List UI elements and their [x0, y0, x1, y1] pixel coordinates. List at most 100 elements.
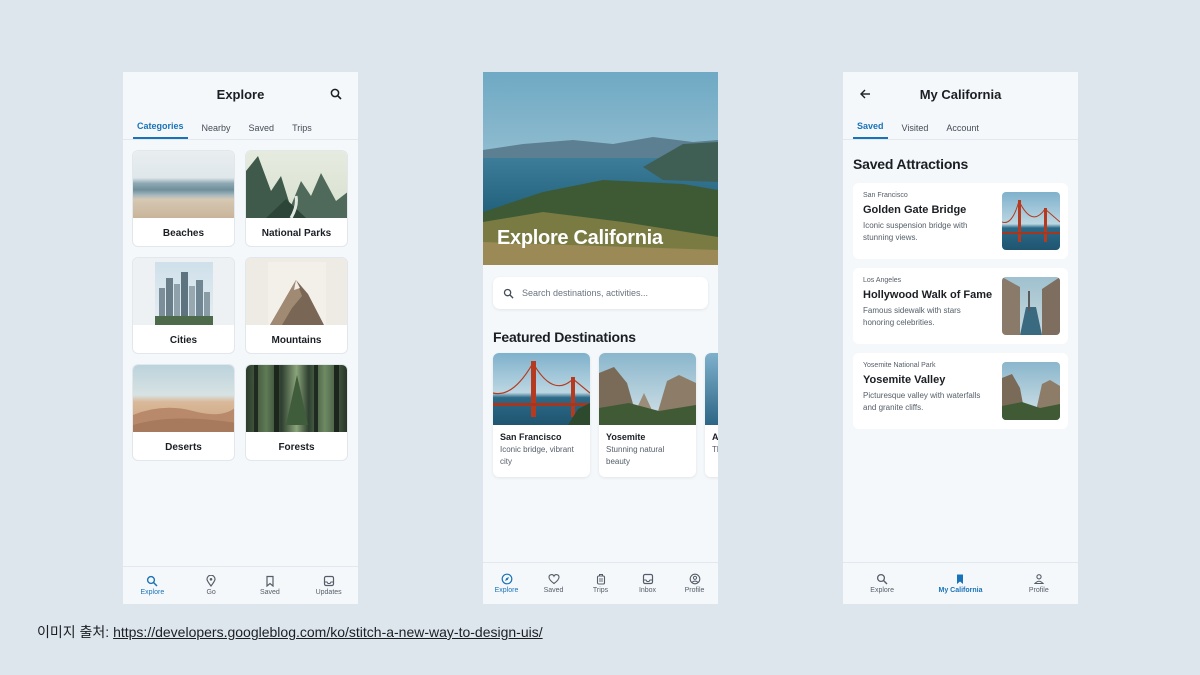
nav-explore[interactable]: Explore — [843, 563, 921, 604]
featured-list: San Francisco Iconic bridge, vibrant cit… — [493, 353, 718, 477]
attraction-location: Los Angeles — [863, 277, 902, 284]
attraction-name: Golden Gate Bridge — [863, 204, 967, 216]
list-item[interactable]: San Francisco Golden Gate Bridge Iconic … — [853, 183, 1068, 259]
desert-image — [133, 365, 234, 432]
compass-icon — [501, 573, 512, 585]
header: My California — [843, 72, 1078, 116]
account-tabs: Saved Visited Account — [843, 116, 1078, 140]
nav-label: Explore — [494, 587, 519, 594]
nav-label: Updates — [315, 589, 342, 596]
bottom-nav: Explore My California Profile — [843, 562, 1078, 604]
attraction-location: San Francisco — [863, 192, 908, 199]
bookmark-icon — [957, 574, 964, 584]
category-card-forests[interactable]: Forests — [245, 364, 348, 461]
attraction-location: Yosemite National Park — [863, 362, 936, 369]
national-park-image — [246, 151, 347, 218]
tab-nearby[interactable]: Nearby — [198, 123, 235, 139]
nav-saved[interactable]: Saved — [241, 567, 300, 604]
attraction-name: Yosemite Valley — [863, 374, 946, 386]
search-icon — [877, 573, 888, 585]
attraction-name: Hollywood Walk of Fame — [863, 289, 993, 301]
heart-icon — [547, 574, 560, 585]
location-pin-icon — [206, 575, 216, 587]
caption-prefix: 이미지 출처: — [37, 624, 114, 640]
golden-gate-thumbnail — [1002, 192, 1060, 250]
featured-name: San Francisco — [500, 432, 562, 442]
header: Explore — [123, 72, 358, 116]
nav-label: Saved — [259, 589, 280, 596]
featured-card-yosemite[interactable]: Yosemite Stunning natural beauty — [599, 353, 696, 477]
nav-profile[interactable]: Profile — [671, 563, 718, 604]
nav-label: Go — [206, 589, 216, 596]
featured-desc: Iconic bridge, vibrant city — [500, 445, 574, 466]
tab-categories[interactable]: Categories — [133, 121, 188, 139]
nav-go[interactable]: Go — [182, 567, 241, 604]
category-label: Beaches — [162, 227, 205, 239]
source-link[interactable]: https://developers.googleblog.com/ko/sti… — [113, 624, 543, 640]
inbox-icon — [642, 573, 653, 585]
attraction-list: San Francisco Golden Gate Bridge Iconic … — [853, 183, 1068, 438]
featured-name: A — [712, 432, 718, 442]
page-title: Explore — [216, 86, 265, 102]
hollywood-thumbnail — [1002, 277, 1060, 335]
nav-updates[interactable]: Updates — [299, 567, 358, 604]
nav-label: Saved — [543, 587, 564, 594]
featured-desc: Th ac — [712, 445, 718, 454]
category-card-cities[interactable]: Cities — [132, 257, 235, 354]
city-image — [133, 258, 234, 325]
list-item[interactable]: Los Angeles Hollywood Walk of Fame Famou… — [853, 268, 1068, 344]
category-tabs: Categories Nearby Saved Trips — [123, 116, 358, 140]
beach-image — [133, 151, 234, 218]
category-card-mountains[interactable]: Mountains — [245, 257, 348, 354]
hero-title: Explore California — [497, 227, 663, 249]
attraction-desc: Picturesque valley with waterfalls and g… — [863, 391, 981, 412]
my-california-screen: My California Saved Visited Account Save… — [843, 72, 1078, 604]
category-label: Deserts — [165, 441, 202, 453]
nav-saved[interactable]: Saved — [530, 563, 577, 604]
nav-label: Inbox — [638, 587, 657, 594]
nav-explore[interactable]: Explore — [123, 567, 182, 604]
category-card-national-parks[interactable]: National Parks — [245, 150, 348, 247]
featured-card-san-francisco[interactable]: San Francisco Iconic bridge, vibrant cit… — [493, 353, 590, 477]
nav-trips[interactable]: Trips — [577, 563, 624, 604]
search-input[interactable]: Search destinations, activities... — [493, 277, 708, 309]
search-icon[interactable] — [328, 86, 344, 102]
tab-visited[interactable]: Visited — [898, 123, 933, 139]
nav-inbox[interactable]: Inbox — [624, 563, 671, 604]
category-label: National Parks — [261, 227, 332, 239]
nav-my-california[interactable]: My California — [921, 563, 999, 604]
search-placeholder: Search destinations, activities... — [522, 288, 649, 298]
attraction-desc: Famous sidewalk with stars honoring cele… — [863, 306, 961, 327]
nav-label: Explore — [870, 587, 895, 594]
tab-trips[interactable]: Trips — [288, 123, 316, 139]
yosemite-image — [599, 353, 696, 425]
forest-image — [246, 365, 347, 432]
tab-account[interactable]: Account — [942, 123, 983, 139]
page-title: My California — [919, 86, 1002, 102]
tab-saved[interactable]: Saved — [245, 123, 279, 139]
nav-label: Profile — [684, 587, 705, 594]
category-grid: Beaches National Parks Cities Mountains … — [123, 140, 358, 471]
bottom-nav: Explore Saved Trips Inbox Profile — [483, 562, 718, 604]
featured-image — [705, 353, 718, 425]
category-card-deserts[interactable]: Deserts — [132, 364, 235, 461]
back-arrow-icon[interactable] — [857, 86, 873, 102]
featured-desc: Stunning natural beauty — [606, 445, 665, 466]
featured-card-third[interactable]: A Th ac — [705, 353, 718, 477]
mountain-image — [246, 258, 347, 325]
tab-saved[interactable]: Saved — [853, 121, 888, 139]
yosemite-thumbnail — [1002, 362, 1060, 420]
nav-explore[interactable]: Explore — [483, 563, 530, 604]
nav-label: My California — [938, 587, 983, 594]
bookmark-icon — [266, 575, 274, 587]
category-label: Mountains — [271, 334, 322, 346]
nav-label: Explore — [140, 589, 165, 596]
hero-banner: Explore California — [483, 72, 718, 265]
saved-attractions-title: Saved Attractions — [853, 156, 969, 172]
explore-california-screen: Explore California Search destinations, … — [483, 72, 718, 604]
person-icon — [1033, 574, 1045, 585]
list-item[interactable]: Yosemite National Park Yosemite Valley P… — [853, 353, 1068, 429]
category-card-beaches[interactable]: Beaches — [132, 150, 235, 247]
bottom-nav: Explore Go Saved Updates — [123, 566, 358, 604]
nav-profile[interactable]: Profile — [1000, 563, 1078, 604]
